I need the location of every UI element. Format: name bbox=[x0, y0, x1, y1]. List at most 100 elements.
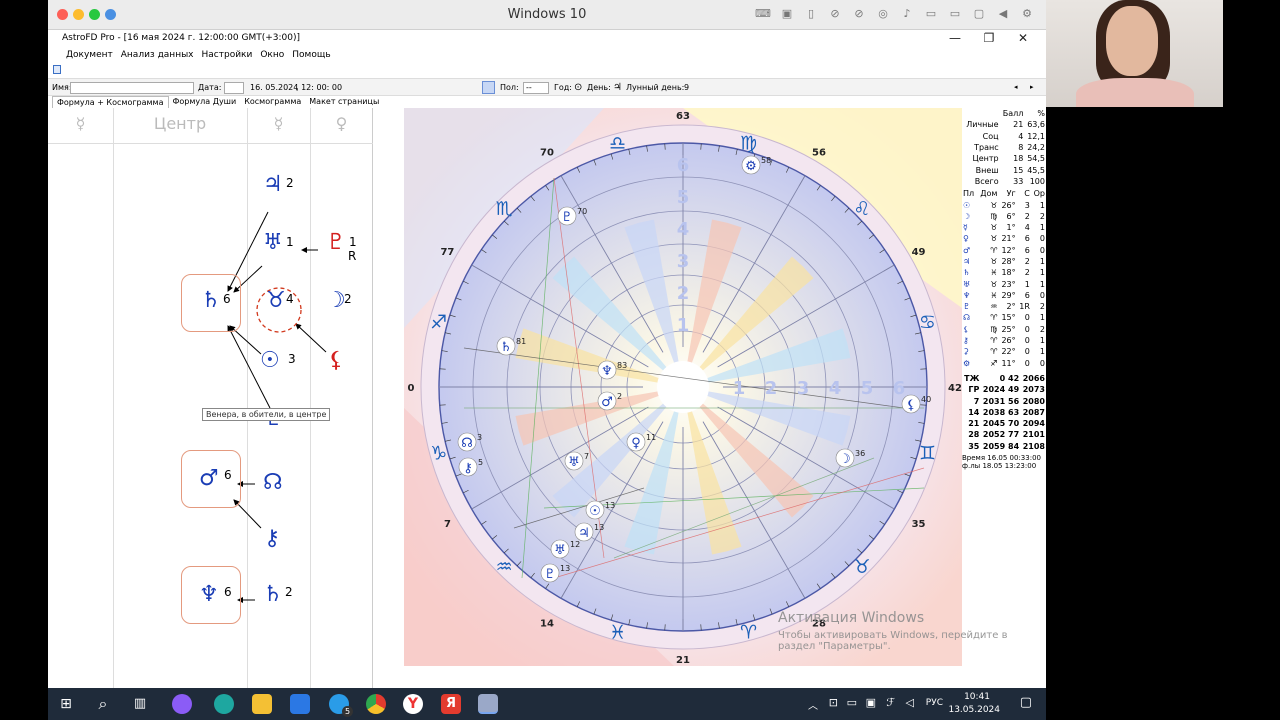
planet-cell: 1R bbox=[1019, 302, 1030, 312]
table-header: Пл Дом Уг С Ор bbox=[962, 188, 1046, 199]
yandex-browser-icon[interactable]: Y bbox=[403, 694, 423, 714]
score-cell: Центр bbox=[972, 154, 999, 164]
windows-start-icon[interactable]: ⊞ bbox=[56, 694, 76, 714]
chevron-up-icon[interactable]: ︿ bbox=[808, 697, 818, 712]
astrofd-icon[interactable] bbox=[478, 694, 498, 714]
tab-page-layout[interactable]: Макет страницы bbox=[305, 96, 383, 108]
venus-icon[interactable]: ♉ bbox=[266, 290, 286, 312]
tab-cosmogram[interactable]: Космограмма bbox=[240, 96, 305, 108]
cosmogram-svg[interactable]: ♈♉♊♋♌♍♎♏♐♑♒♓6356494235282114707770112233… bbox=[404, 108, 962, 666]
planet-cell: ♍ bbox=[990, 211, 998, 221]
explorer-icon[interactable] bbox=[252, 694, 272, 714]
planet-icon: ♄ bbox=[500, 340, 512, 355]
alice-icon[interactable] bbox=[172, 694, 192, 714]
mic-icon[interactable]: ♪ bbox=[898, 6, 916, 22]
notifications-icon[interactable]: ▢ bbox=[1020, 695, 1032, 710]
menu-document[interactable]: Документ bbox=[66, 47, 113, 64]
lilith-icon[interactable]: ⚸ bbox=[328, 350, 344, 372]
yandex-icon[interactable]: Я bbox=[441, 694, 461, 714]
task-view-icon[interactable]: ▥ bbox=[130, 694, 150, 714]
sun-icon[interactable]: ☉ bbox=[260, 350, 280, 372]
pluto-icon[interactable]: ♇ bbox=[326, 232, 346, 254]
zodiac-sign-icon: ♈ bbox=[740, 621, 757, 643]
menu-settings[interactable]: Настройки bbox=[202, 47, 253, 64]
close-button[interactable]: ✕ bbox=[1006, 30, 1040, 47]
wifi-icon[interactable]: ℱ bbox=[886, 696, 895, 709]
neptune-icon[interactable]: ♆ bbox=[199, 584, 219, 606]
planet-cell: ♈ bbox=[990, 336, 998, 346]
network-icon[interactable]: ◎ bbox=[874, 6, 892, 22]
scroll-right-button[interactable]: ▸ bbox=[1030, 79, 1034, 96]
header-planet: Пл bbox=[963, 189, 975, 199]
planet-cell: 0 bbox=[1039, 234, 1045, 244]
minimize-button[interactable]: — bbox=[938, 30, 972, 47]
usb-icon[interactable]: ▯ bbox=[802, 6, 820, 22]
planet-number: 13 bbox=[560, 564, 570, 573]
date-value[interactable]: 16. 05.2024 bbox=[250, 79, 298, 96]
saturn-icon[interactable]: ♄ bbox=[201, 290, 221, 312]
mars-icon[interactable]: ♂ bbox=[199, 468, 219, 490]
doc-icon[interactable] bbox=[53, 65, 61, 74]
time-value: 16.05 00:33:00 bbox=[987, 453, 1041, 462]
drive-icon[interactable]: ▭ bbox=[922, 6, 940, 22]
folder-share-icon[interactable]: ▢ bbox=[970, 6, 988, 22]
chip-icon[interactable]: ▣ bbox=[778, 6, 796, 22]
tab-formula-cosmogram[interactable]: Формула + Космограмма bbox=[52, 96, 169, 108]
tab-soul-formula[interactable]: Формула Души bbox=[169, 96, 241, 108]
globe-off-icon[interactable]: ⊘ bbox=[850, 6, 868, 22]
battery-icon[interactable]: ▭ bbox=[847, 696, 857, 709]
year-cell: 70 bbox=[1008, 419, 1020, 429]
zodiac-sign-icon: ♏ bbox=[496, 198, 513, 220]
toggle-icon[interactable] bbox=[482, 81, 495, 94]
chiron-icon[interactable]: ⚷ bbox=[264, 528, 280, 550]
keyboard-icon[interactable]: ⌨ bbox=[754, 6, 772, 22]
score-row: Транс 8 24,2 bbox=[962, 142, 1046, 153]
restore-button[interactable]: ❐ bbox=[972, 30, 1006, 47]
clock-time[interactable]: 10:41 bbox=[964, 692, 990, 702]
menu-data-analysis[interactable]: Анализ данных bbox=[121, 47, 194, 64]
clock-date[interactable]: 13.05.2024 bbox=[948, 705, 1000, 715]
uranus-icon[interactable]: ♅ bbox=[263, 232, 283, 254]
play-icon[interactable]: ◀ bbox=[994, 6, 1012, 22]
search-icon[interactable]: ⌕ bbox=[93, 694, 113, 714]
tray-app-icon[interactable]: ⊡ bbox=[829, 696, 838, 709]
moon-icon[interactable]: ☽ bbox=[326, 290, 346, 312]
degree-label: 49 bbox=[912, 247, 926, 258]
network-icon[interactable]: ▣ bbox=[866, 696, 876, 709]
volume-icon[interactable]: ◁ bbox=[906, 696, 914, 709]
year-cell: ГР bbox=[968, 385, 980, 395]
store-icon[interactable] bbox=[290, 694, 310, 714]
planet-icon: ♀ bbox=[631, 436, 641, 451]
name-input[interactable] bbox=[70, 82, 194, 94]
edge-icon[interactable] bbox=[214, 694, 234, 714]
language-indicator[interactable]: РУС bbox=[926, 698, 943, 708]
saturn-icon-2[interactable]: ♄ bbox=[263, 584, 283, 606]
planet-cell: 6 bbox=[1024, 245, 1030, 255]
planet-row: ⚙ ♐ 11° 0 0 bbox=[962, 358, 1046, 369]
menu-window[interactable]: Окно bbox=[260, 47, 284, 64]
gender-select[interactable]: -- bbox=[523, 82, 549, 94]
scroll-left-button[interactable]: ◂ bbox=[1014, 79, 1018, 96]
degree-label: 63 bbox=[676, 111, 690, 122]
video-icon[interactable]: ▭ bbox=[946, 6, 964, 22]
planet-cell: 1 bbox=[1039, 223, 1045, 233]
menu-help[interactable]: Помощь bbox=[292, 47, 330, 64]
activation-watermark: Активация Windows Чтобы активировать Win… bbox=[778, 610, 1007, 652]
jupiter-icon[interactable]: ♃ bbox=[263, 174, 283, 196]
calendar-button[interactable] bbox=[224, 82, 244, 94]
zodiac-sign-icon: ♑ bbox=[430, 442, 447, 464]
ring-number: 3 bbox=[677, 251, 690, 272]
chrome-icon[interactable] bbox=[366, 694, 386, 714]
node-icon[interactable]: ☊ bbox=[263, 472, 283, 494]
gear-icon[interactable]: ⚙ bbox=[1018, 6, 1036, 22]
time-value[interactable]: , 12: 00: 00 bbox=[296, 79, 342, 96]
score-cell: 12,1 bbox=[1027, 131, 1045, 141]
tooltip: Венера, в обители, в центре bbox=[202, 408, 331, 421]
zodiac-sign-icon: ♓ bbox=[609, 621, 626, 643]
planet-cell: 0 bbox=[1024, 347, 1030, 357]
planet-icon: ⚸ bbox=[906, 398, 916, 413]
camera-off-icon[interactable]: ⊘ bbox=[826, 6, 844, 22]
planet-cell: ♈ bbox=[990, 347, 998, 357]
planet-cell: ♉ bbox=[990, 223, 998, 233]
planet-icon: ☉ bbox=[589, 504, 601, 519]
